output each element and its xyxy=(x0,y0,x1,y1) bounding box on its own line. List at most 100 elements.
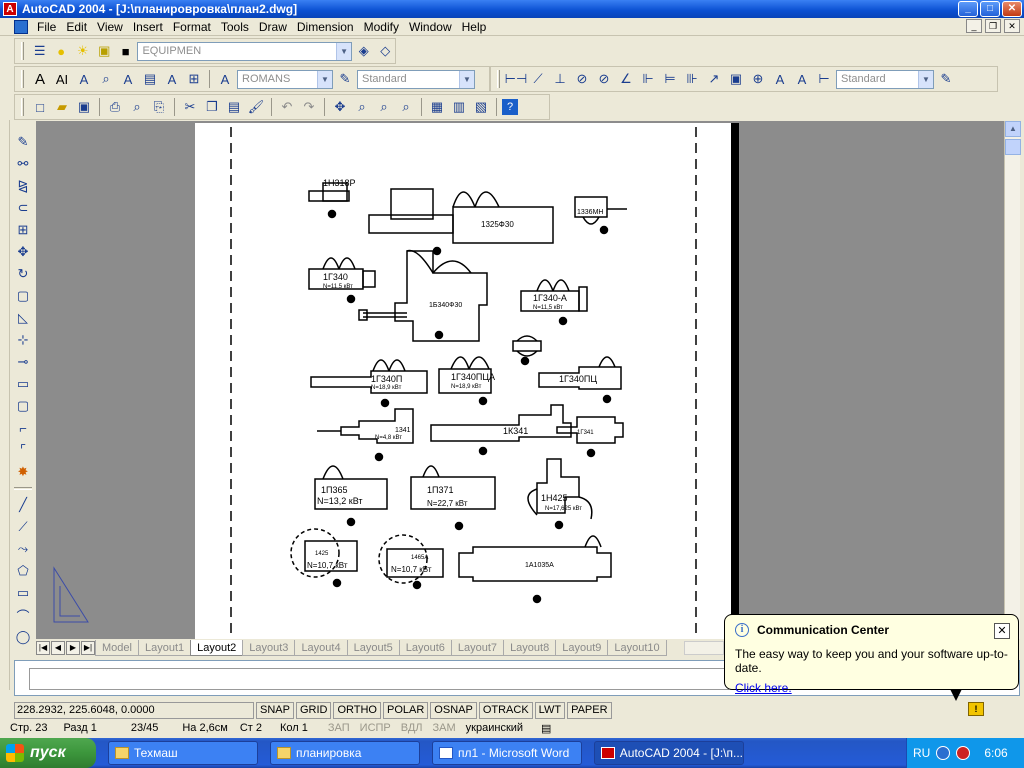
osnap-toggle[interactable]: OSNAP xyxy=(430,701,477,719)
break-icon[interactable]: ▭ xyxy=(13,374,33,394)
justify-text-icon[interactable]: ⊞ xyxy=(184,69,204,89)
design-center-icon[interactable]: ▥ xyxy=(449,97,469,117)
dimension-update-icon[interactable]: ⊢ xyxy=(814,69,834,89)
join-icon[interactable]: ▢ xyxy=(13,396,33,416)
first-tab-icon[interactable]: |◀ xyxy=(36,641,50,655)
menu-tools[interactable]: Tools xyxy=(216,20,254,34)
scroll-up-icon[interactable]: ▲ xyxy=(1005,121,1021,137)
ordinate-dimension-icon[interactable]: ⊥ xyxy=(550,69,570,89)
tab-layout6[interactable]: Layout6 xyxy=(398,640,452,656)
aligned-dimension-icon[interactable]: ⟋ xyxy=(528,69,548,89)
help-icon[interactable]: ? xyxy=(502,99,518,115)
color-swatch-icon[interactable]: ■ xyxy=(116,41,136,61)
doc-close-button[interactable]: ✕ xyxy=(1004,19,1020,33)
construction-line-icon[interactable]: ⟋ xyxy=(13,517,33,537)
tab-layout1[interactable]: Layout1 xyxy=(137,640,192,656)
leader-icon[interactable]: ↗ xyxy=(704,69,724,89)
cut-icon[interactable]: ✂ xyxy=(180,97,200,117)
offset-icon[interactable]: ⊂ xyxy=(13,198,33,218)
extend-icon[interactable]: ⊸ xyxy=(13,352,33,372)
horizontal-scrollbar[interactable] xyxy=(684,641,724,655)
lightbulb-icon[interactable]: ● xyxy=(51,41,71,61)
text-style-icon[interactable]: ▤ xyxy=(140,69,160,89)
zoom-window-icon[interactable]: ⌕ xyxy=(374,97,394,117)
zoom-previous-icon[interactable]: ⌕ xyxy=(396,97,416,117)
snap-toggle[interactable]: SNAP xyxy=(256,701,294,719)
new-icon[interactable]: □ xyxy=(30,97,50,117)
coordinates-display[interactable]: 228.2932, 225.6048, 0.0000 xyxy=(14,701,254,719)
menu-help[interactable]: Help xyxy=(457,20,492,34)
menu-window[interactable]: Window xyxy=(404,20,457,34)
communication-center-icon[interactable]: ! xyxy=(968,702,984,716)
menu-format[interactable]: Format xyxy=(168,20,216,34)
arc-icon[interactable]: ⌒ xyxy=(13,605,33,625)
menu-modify[interactable]: Modify xyxy=(359,20,404,34)
ortho-toggle[interactable]: ORTHO xyxy=(333,701,381,719)
otrack-toggle[interactable]: OTRACK xyxy=(478,701,533,719)
text-icon[interactable]: A xyxy=(30,69,50,89)
quick-dimension-icon[interactable]: ⊩ xyxy=(638,69,658,89)
dim-style-dropdown[interactable]: Standard ▼ xyxy=(357,69,475,89)
match-properties-icon[interactable]: 🖌 xyxy=(246,97,266,117)
rotate-icon[interactable]: ↻ xyxy=(13,264,33,284)
spell-check-icon[interactable]: A xyxy=(118,69,138,89)
dimension-text-edit-icon[interactable]: A xyxy=(792,69,812,89)
edit-text-icon[interactable]: A xyxy=(74,69,94,89)
stretch-icon[interactable]: ◺ xyxy=(13,308,33,328)
clock[interactable]: 6:06 xyxy=(984,746,1007,760)
print-preview-icon[interactable]: ⌕ xyxy=(127,97,147,117)
paste-icon[interactable]: ▤ xyxy=(224,97,244,117)
continue-dimension-icon[interactable]: ⊪ xyxy=(682,69,702,89)
tab-layout3[interactable]: Layout3 xyxy=(242,640,296,656)
command-input[interactable] xyxy=(29,668,729,690)
text-style-dropdown[interactable]: ROMANS ▼ xyxy=(237,69,333,89)
menu-insert[interactable]: Insert xyxy=(128,20,168,34)
layer-manager-icon[interactable]: ☰ xyxy=(30,41,50,61)
balloon-close-button[interactable]: ✕ xyxy=(994,623,1010,639)
array-icon[interactable]: ⊞ xyxy=(13,220,33,240)
tab-layout2[interactable]: Layout2 xyxy=(190,640,244,656)
menu-file[interactable]: File xyxy=(32,20,61,34)
erase-icon[interactable]: ✎ xyxy=(13,132,33,152)
tab-layout5[interactable]: Layout5 xyxy=(346,640,400,656)
copy-icon[interactable]: ❐ xyxy=(202,97,222,117)
print-icon[interactable]: ⎙ xyxy=(105,97,125,117)
lock-icon[interactable]: ▣ xyxy=(94,41,114,61)
tolerance-icon[interactable]: ▣ xyxy=(726,69,746,89)
polygon-icon[interactable]: ⬠ xyxy=(13,561,33,581)
angular-dimension-icon[interactable]: ∠ xyxy=(616,69,636,89)
line-icon[interactable]: ╱ xyxy=(13,495,33,515)
publish-icon[interactable]: ⎘ xyxy=(149,97,169,117)
baseline-dimension-icon[interactable]: ⊨ xyxy=(660,69,680,89)
tab-model[interactable]: Model xyxy=(95,640,139,656)
start-button[interactable]: пуск xyxy=(0,738,96,768)
make-current-icon[interactable]: ◈ xyxy=(354,41,374,61)
dim-style-dropdown-2[interactable]: Standard ▼ xyxy=(836,69,934,89)
word-rec[interactable]: ЗАП xyxy=(328,722,350,734)
tab-layout9[interactable]: Layout9 xyxy=(555,640,609,656)
menu-edit[interactable]: Edit xyxy=(61,20,92,34)
linear-dimension-icon[interactable]: ⊢⊣ xyxy=(505,69,528,89)
drawing-canvas[interactable]: 1Н318Р 1325Ф30 1336МН 1Г340 N=11,5 кВт 1… xyxy=(36,121,1004,643)
task-planirovka[interactable]: планировка xyxy=(270,741,420,765)
menu-view[interactable]: View xyxy=(92,20,128,34)
word-overtype[interactable]: ЗАМ xyxy=(433,722,456,734)
paper-sheet[interactable]: 1Н318Р 1325Ф30 1336МН 1Г340 N=11,5 кВт 1… xyxy=(195,123,733,643)
mirror-icon[interactable]: ⧎ xyxy=(13,176,33,196)
layer-dropdown[interactable]: EQUIPMEN ▼ xyxy=(137,41,353,61)
title-bar[interactable]: A AutoCAD 2004 - [J:\планировровка\план2… xyxy=(0,0,1024,18)
undo-icon[interactable]: ↶ xyxy=(277,97,297,117)
scroll-thumb[interactable] xyxy=(1005,139,1021,155)
move-icon[interactable]: ✥ xyxy=(13,242,33,262)
center-mark-icon[interactable]: ⊕ xyxy=(748,69,768,89)
spelling-status-icon[interactable]: ▤ xyxy=(541,722,551,735)
diameter-dimension-icon[interactable]: ⊘ xyxy=(594,69,614,89)
vertical-scrollbar[interactable]: ▲ xyxy=(1004,121,1021,639)
chamfer-icon[interactable]: ⌐ xyxy=(13,418,33,438)
copy-object-icon[interactable]: ⚯ xyxy=(13,154,33,174)
menu-draw[interactable]: Draw xyxy=(254,20,292,34)
close-button[interactable]: ✕ xyxy=(1002,1,1022,17)
fillet-icon[interactable]: ⌜ xyxy=(13,440,33,460)
doc-minimize-button[interactable]: _ xyxy=(966,19,982,33)
rectangle-icon[interactable]: ▭ xyxy=(13,583,33,603)
